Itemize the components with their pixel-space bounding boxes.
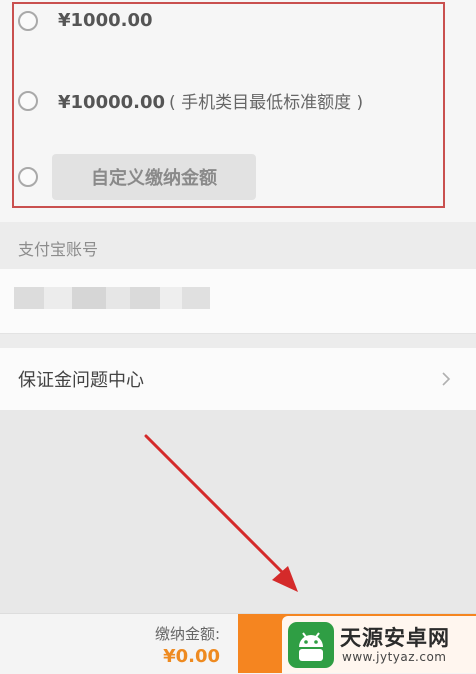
account-label-row: 支付宝账号 bbox=[0, 222, 476, 269]
option-note: ( 手机类目最低标准额度 ) bbox=[169, 93, 364, 113]
account-value-masked bbox=[14, 287, 210, 309]
option-amount: ¥1000.00 bbox=[58, 10, 153, 31]
section-divider bbox=[0, 334, 476, 348]
account-label: 支付宝账号 bbox=[18, 240, 99, 259]
option-row-1000[interactable]: ¥1000.00 bbox=[18, 10, 153, 31]
deposit-options-section: ¥1000.00 ¥10000.00( 手机类目最低标准额度 ) 自定义缴纳金额 bbox=[0, 0, 476, 222]
custom-amount-input[interactable]: 自定义缴纳金额 bbox=[52, 154, 256, 200]
watermark: 天源安卓网 www.jytyaz.com bbox=[282, 616, 476, 673]
help-center-label: 保证金问题中心 bbox=[18, 370, 144, 391]
option-row-custom[interactable]: 自定义缴纳金额 bbox=[18, 154, 256, 200]
help-center-row[interactable]: 保证金问题中心 bbox=[0, 348, 476, 410]
radio-button[interactable] bbox=[18, 167, 38, 187]
radio-button[interactable] bbox=[18, 10, 38, 31]
watermark-url: www.jytyaz.com bbox=[342, 650, 447, 664]
android-logo-icon bbox=[288, 622, 334, 668]
account-value-row bbox=[0, 269, 476, 334]
chevron-right-icon bbox=[442, 372, 451, 386]
pay-amount-value: ¥0.00 bbox=[163, 646, 220, 667]
radio-button[interactable] bbox=[18, 90, 38, 111]
option-row-10000[interactable]: ¥10000.00( 手机类目最低标准额度 ) bbox=[18, 88, 363, 113]
empty-area bbox=[0, 410, 476, 613]
watermark-name: 天源安卓网 bbox=[340, 626, 450, 650]
pay-amount-label: 缴纳金额: bbox=[154, 625, 220, 643]
option-amount: ¥10000.00( 手机类目最低标准额度 ) bbox=[58, 92, 364, 113]
